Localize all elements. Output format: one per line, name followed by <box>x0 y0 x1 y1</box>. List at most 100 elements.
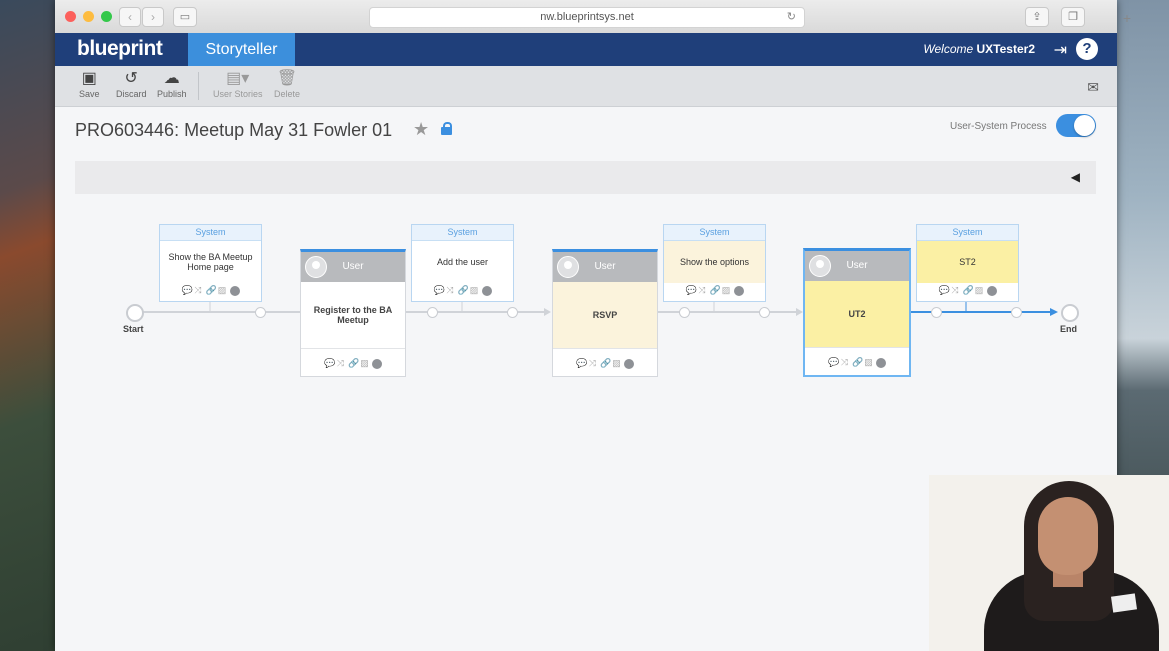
publish-label: Publish <box>157 89 187 99</box>
image-icon[interactable]: ▨ <box>612 358 624 369</box>
delete-label: Delete <box>274 89 301 99</box>
utility-panel: ◀ <box>75 161 1096 194</box>
user-stories-label: User Stories <box>213 89 263 99</box>
chevron-left-icon: ‹ <box>128 10 132 24</box>
discard-icon: ↺ <box>124 70 138 87</box>
more-icon[interactable] <box>986 285 997 296</box>
publish-button[interactable]: ☁ Publish <box>157 69 187 99</box>
cloud-upload-icon: ☁ <box>163 70 180 87</box>
discard-button[interactable]: ↺ Discard <box>116 69 147 99</box>
comment-icon[interactable]: 💬 <box>324 358 336 369</box>
tabs-icon: ❐ <box>1068 11 1078 23</box>
connector-point[interactable] <box>679 307 690 318</box>
forward-button[interactable]: › <box>142 7 164 27</box>
toggle-knob <box>1074 115 1095 136</box>
shuffle-icon[interactable]: ⤨ <box>446 285 458 296</box>
system-task-header: System <box>412 225 513 241</box>
link-icon[interactable]: 🔗 <box>852 357 864 368</box>
image-icon[interactable]: ▨ <box>975 285 987 296</box>
connector-point[interactable] <box>427 307 438 318</box>
link-icon[interactable]: 🔗 <box>458 285 470 296</box>
comment-icon[interactable]: 💬 <box>828 357 840 368</box>
help-icon[interactable]: ? <box>1076 38 1098 60</box>
new-tab-button[interactable]: + <box>1123 10 1131 26</box>
favorite-star-icon[interactable]: ★ <box>413 119 429 140</box>
back-button[interactable]: ‹ <box>119 7 141 27</box>
image-icon[interactable]: ▨ <box>864 357 876 368</box>
more-icon[interactable] <box>481 285 492 296</box>
connector-point[interactable] <box>759 307 770 318</box>
shuffle-icon[interactable]: ⤨ <box>951 285 963 296</box>
system-task-1[interactable]: System Show the BA Meetup Home page 💬⤨🔗▨ <box>159 224 262 302</box>
image-icon[interactable]: ▨ <box>218 285 230 296</box>
toolbar-divider <box>198 72 199 100</box>
connector-point[interactable] <box>507 307 518 318</box>
user-stories-button[interactable]: ▤▾ User Stories <box>213 69 263 99</box>
welcome-prefix: Welcome <box>923 42 974 56</box>
reload-icon[interactable]: ↻ <box>787 8 796 27</box>
comment-icon[interactable]: 💬 <box>434 285 446 296</box>
image-icon[interactable]: ▨ <box>360 358 372 369</box>
share-button[interactable]: ⇪ <box>1025 7 1049 27</box>
tabs-overview-button[interactable]: ❐ <box>1061 7 1085 27</box>
task-actions: 💬⤨🔗▨ <box>301 358 405 372</box>
more-icon[interactable] <box>229 285 240 296</box>
user-avatar-icon <box>809 255 831 277</box>
start-node[interactable] <box>126 304 144 322</box>
shuffle-icon[interactable]: ⤨ <box>336 358 348 369</box>
image-icon[interactable]: ▨ <box>722 285 734 296</box>
system-task-3[interactable]: System Show the options 💬⤨🔗▨ <box>663 224 766 302</box>
discard-label: Discard <box>116 89 147 99</box>
user-task-3[interactable]: User UT2 💬⤨🔗▨ <box>803 248 911 377</box>
share-icon: ⇪ <box>1032 11 1042 23</box>
logout-icon[interactable]: ⇥ <box>1054 40 1067 60</box>
shuffle-icon[interactable]: ⤨ <box>840 357 852 368</box>
minimize-window-button[interactable] <box>83 11 94 22</box>
user-stories-icon: ▤▾ <box>226 70 250 87</box>
save-button[interactable]: ▣ Save <box>79 69 100 99</box>
system-task-4[interactable]: System ST2 💬⤨🔗▨ <box>916 224 1019 302</box>
more-icon[interactable] <box>876 357 886 368</box>
welcome-text: Welcome UXTester2 <box>923 42 1035 56</box>
zoom-window-button[interactable] <box>101 11 112 22</box>
collapse-panel-icon[interactable]: ◀ <box>1071 170 1080 184</box>
system-task-header: System <box>917 225 1018 241</box>
comment-icon[interactable]: 💬 <box>686 285 698 296</box>
user-system-process-label: User-System Process <box>950 121 1047 132</box>
shuffle-icon[interactable]: ⤨ <box>698 285 710 296</box>
link-icon[interactable]: 🔗 <box>710 285 722 296</box>
user-task-header: User <box>594 261 616 272</box>
user-system-process-toggle[interactable] <box>1056 114 1096 137</box>
save-icon: ▣ <box>81 70 97 87</box>
image-icon[interactable]: ▨ <box>470 285 482 296</box>
close-window-button[interactable] <box>65 11 76 22</box>
connector-point[interactable] <box>1011 307 1022 318</box>
link-icon[interactable]: 🔗 <box>963 285 975 296</box>
user-task-1[interactable]: User Register to the BA Meetup 💬⤨🔗▨ <box>300 249 406 377</box>
comment-icon[interactable]: 💬 <box>939 285 951 296</box>
mail-icon[interactable]: ✉ <box>1087 79 1099 96</box>
more-icon[interactable] <box>733 285 744 296</box>
system-task-header: System <box>160 225 261 241</box>
end-node[interactable] <box>1061 304 1079 322</box>
more-icon[interactable] <box>624 358 634 369</box>
system-task-2[interactable]: System Add the user 💬⤨🔗▨ <box>411 224 514 302</box>
task-actions: 💬⤨🔗▨ <box>412 285 513 299</box>
delete-button[interactable]: 🗑 Delete <box>274 69 300 99</box>
connector-point[interactable] <box>931 307 942 318</box>
link-icon[interactable]: 🔗 <box>600 358 612 369</box>
shuffle-icon[interactable]: ⤨ <box>588 358 600 369</box>
link-icon[interactable]: 🔗 <box>348 358 360 369</box>
link-icon[interactable]: 🔗 <box>206 285 218 296</box>
more-icon[interactable] <box>372 358 382 369</box>
comment-icon[interactable]: 💬 <box>182 285 194 296</box>
comment-icon[interactable]: 💬 <box>576 358 588 369</box>
address-bar[interactable]: nw.blueprintsys.net ↻ <box>369 7 805 28</box>
blueprint-logo[interactable]: blueprint <box>77 37 163 61</box>
trash-icon: 🗑 <box>276 70 298 87</box>
sidebar-toggle-button[interactable]: ▭ <box>173 7 197 27</box>
connector-point[interactable] <box>255 307 266 318</box>
tab-storyteller[interactable]: Storyteller <box>188 33 295 66</box>
shuffle-icon[interactable]: ⤨ <box>194 285 206 296</box>
user-task-2[interactable]: User RSVP 💬⤨🔗▨ <box>552 249 658 377</box>
